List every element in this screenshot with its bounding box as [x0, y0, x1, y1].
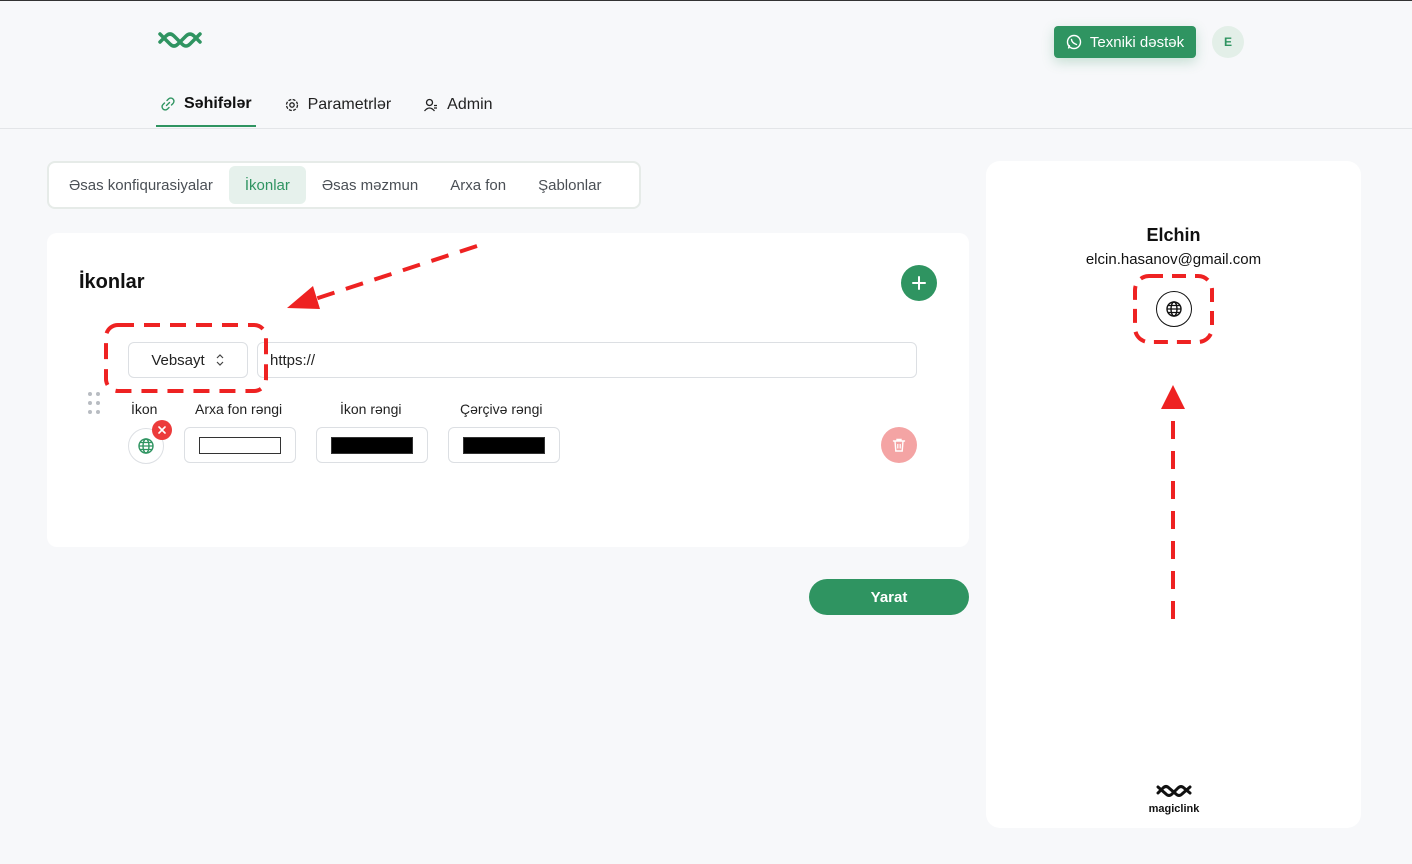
bg-color-swatch — [199, 436, 281, 454]
delete-row-button[interactable] — [881, 427, 917, 463]
border-color-swatch — [463, 436, 545, 454]
icons-card — [47, 233, 969, 547]
border-color-label: Çərçivə rəngi — [460, 401, 543, 417]
close-icon — [158, 426, 166, 434]
drag-handle-icon[interactable] — [86, 391, 102, 415]
chevron-updown-icon — [216, 354, 224, 366]
logo-icon[interactable] — [158, 29, 202, 53]
preview-website-link[interactable] — [1156, 291, 1192, 327]
globe-icon — [138, 438, 154, 454]
add-icon-button[interactable] — [901, 265, 937, 301]
nav-item-admin[interactable]: Admin — [419, 83, 496, 127]
bg-color-label: Arxa fon rəngi — [195, 401, 283, 417]
magiclink-logo-icon — [1156, 785, 1192, 797]
card-title: İkonlar — [79, 271, 145, 293]
support-button[interactable]: Texniki dəstək — [1054, 26, 1196, 58]
trash-icon — [892, 438, 906, 452]
icon-color-swatch — [331, 436, 413, 454]
bg-color-field[interactable] — [184, 427, 296, 463]
tab-main-content[interactable]: Əsas məzmun — [306, 166, 434, 204]
user-icon — [424, 98, 438, 112]
preview-name: Elchin — [1146, 225, 1201, 245]
border-color-field[interactable] — [448, 427, 560, 463]
icon-type-select[interactable]: Vebsayt — [128, 342, 248, 378]
main-nav: Səhifələr Parametrlər Admin — [156, 83, 521, 129]
nav-label: Səhifələr — [184, 95, 252, 112]
link-icon — [161, 97, 175, 111]
preview-email: elcin.hasanov@gmail.com — [1085, 251, 1262, 268]
icon-label: İkon — [131, 401, 158, 417]
brand-name: magiclink — [1148, 803, 1200, 815]
tab-templates[interactable]: Şablonlar — [522, 166, 617, 204]
icon-color-field[interactable] — [316, 427, 428, 463]
nav-item-settings[interactable]: Parametrlər — [280, 83, 396, 127]
nav-label: Admin — [447, 96, 493, 113]
tab-main-config[interactable]: Əsas konfiqurasiyalar — [53, 166, 229, 204]
nav-item-pages[interactable]: Səhifələr — [156, 83, 256, 127]
remove-icon-button[interactable] — [152, 420, 172, 440]
plus-icon — [912, 276, 926, 290]
globe-icon — [1166, 301, 1182, 317]
settings-subtabs: Əsas konfiqurasiyalar İkonlar Əsas məzmu… — [47, 161, 641, 209]
icon-color-label: İkon rəngi — [340, 401, 402, 417]
header-divider — [0, 128, 1412, 129]
create-button[interactable]: Yarat — [809, 579, 969, 615]
select-value: Vebsayt — [151, 351, 205, 369]
whatsapp-icon — [1066, 34, 1082, 50]
nav-label: Parametrlər — [307, 96, 392, 113]
avatar[interactable]: E — [1212, 26, 1244, 58]
gear-icon — [285, 98, 298, 112]
url-input[interactable] — [257, 342, 917, 378]
support-label: Texniki dəstək — [1089, 33, 1185, 51]
tab-background[interactable]: Arxa fon — [434, 166, 522, 204]
tab-icons[interactable]: İkonlar — [228, 166, 306, 204]
